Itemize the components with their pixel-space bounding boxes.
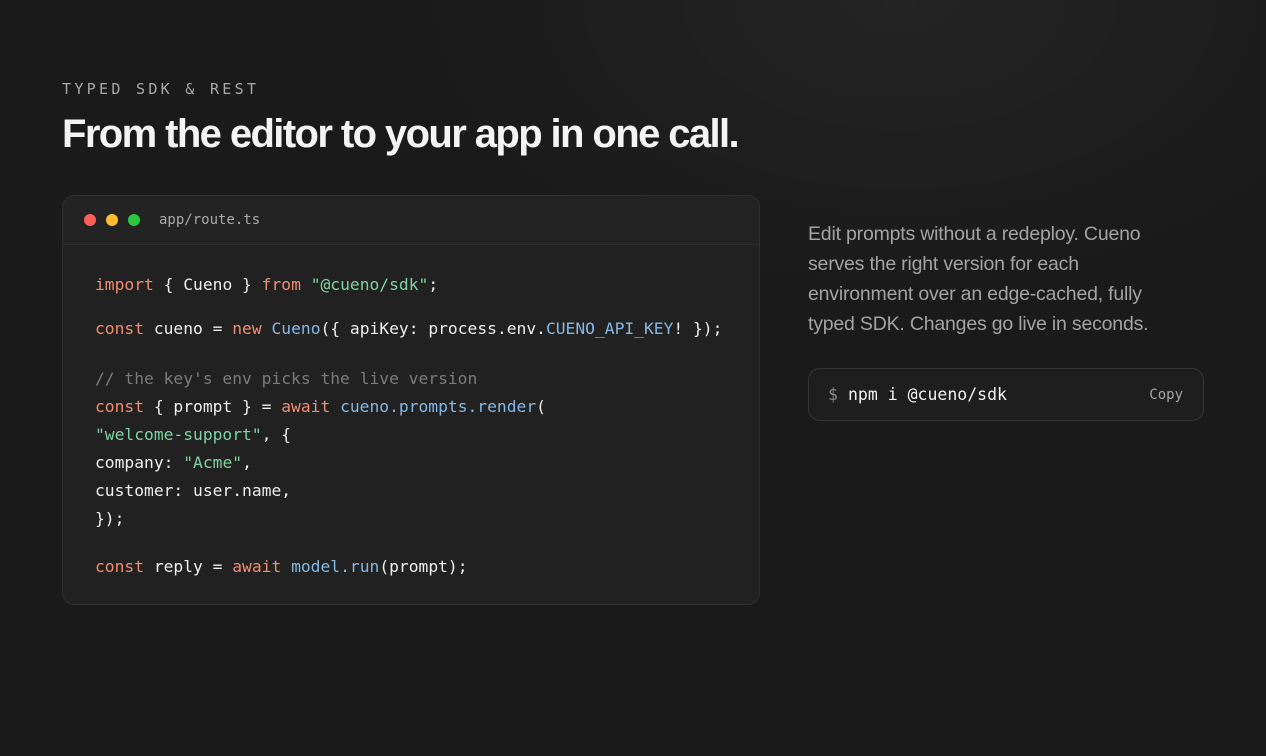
code-line: }); (95, 506, 124, 532)
code-token: ! }); (673, 319, 723, 338)
code-token: new (232, 319, 262, 338)
code-token: customer: user.name, (95, 481, 292, 500)
code-token: cueno = (144, 319, 233, 338)
code-line: const cueno = new Cueno({ apiKey: proces… (95, 316, 722, 342)
code-token: const (95, 557, 145, 576)
code-token: model.run (291, 557, 380, 576)
code-line: const reply = await model.run(prompt); (95, 554, 468, 580)
code-block: import { Cueno } from "@cueno/sdk"; cons… (95, 272, 722, 576)
code-token: const (95, 397, 145, 416)
code-line: // the key's env picks the live version (95, 366, 477, 392)
code-token: }); (95, 509, 125, 528)
code-token: Cueno (271, 319, 321, 338)
code-token: reply = (144, 557, 233, 576)
shell-prompt-symbol: $ (828, 385, 838, 404)
code-token: // the key's env picks the live version (95, 369, 478, 388)
code-token: ({ apiKey: process.env. (320, 319, 546, 338)
code-token: cueno.prompts.render (340, 397, 537, 416)
code-token: { Cueno } (153, 275, 262, 294)
code-line: customer: user.name, (95, 478, 291, 504)
code-token: "@cueno/sdk" (310, 275, 429, 294)
code-token: import (95, 275, 154, 294)
description-text: Edit prompts without a redeploy. Cueno s… (808, 223, 1149, 335)
install-command[interactable]: npm i @cueno/sdk (848, 385, 1007, 405)
code-token: { prompt } = (144, 397, 282, 416)
code-token: await (232, 557, 282, 576)
code-window: app/route.ts import { Cueno } from "@cue… (62, 195, 760, 605)
code-token: const (95, 319, 145, 338)
page-headline: From the editor to your app in one call. (62, 112, 740, 156)
code-token: from (261, 275, 301, 294)
code-token: CUENO_API_KEY (545, 319, 674, 338)
code-window-titlebar: app/route.ts (63, 196, 759, 245)
code-line: const { prompt } = await cueno.prompts.r… (95, 394, 546, 420)
code-token: ( (536, 397, 546, 416)
eyebrow-label: TYPED SDK & REST (62, 80, 260, 98)
code-token: "Acme" (183, 453, 243, 472)
code-line: "welcome-support", { (95, 422, 291, 448)
copy-button[interactable]: Copy (1149, 386, 1183, 404)
code-token: (prompt); (379, 557, 468, 576)
maximize-dot-icon[interactable] (128, 214, 140, 226)
code-token: company: (95, 453, 184, 472)
install-command-box: $ npm i @cueno/sdk Copy (808, 368, 1204, 421)
minimize-dot-icon[interactable] (106, 214, 118, 226)
code-token: , (242, 453, 252, 472)
code-line: import { Cueno } from "@cueno/sdk"; (95, 272, 438, 298)
code-token: "welcome-support" (95, 425, 262, 444)
code-token: await (281, 397, 331, 416)
code-token: ; (428, 275, 439, 294)
code-filename: app/route.ts (159, 212, 261, 228)
close-dot-icon[interactable] (84, 214, 96, 226)
code-token: , { (261, 425, 292, 444)
code-line: company: "Acme", (95, 450, 252, 476)
